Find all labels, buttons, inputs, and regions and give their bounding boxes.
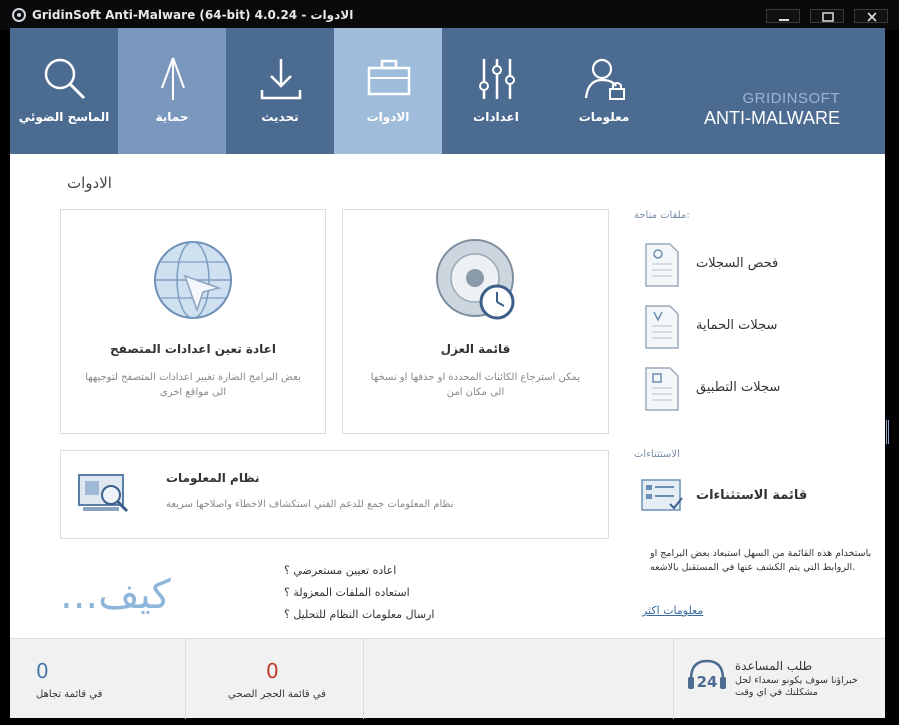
nav-info-label: معلومات bbox=[578, 110, 630, 124]
ignore-count: 0 bbox=[36, 659, 49, 683]
quarantine-count: 0 bbox=[266, 659, 279, 683]
quarantine-title: قائمة العزل bbox=[440, 342, 511, 356]
exceptions-list-label: قائمة الاستثناءات bbox=[696, 488, 808, 503]
protection-logs-label: سجلات الحماية bbox=[696, 318, 778, 333]
protection-logs-item[interactable]: سجلات الحماية bbox=[644, 304, 824, 352]
nav-update-label: تحديث bbox=[261, 110, 299, 124]
nav-info[interactable]: معلومات bbox=[550, 28, 658, 154]
exceptions-list-item[interactable]: قائمة الاستثناءات bbox=[641, 476, 844, 524]
howto-question-reset[interactable]: اعاده تعيين مستعرضي ؟ bbox=[284, 564, 396, 577]
minimize-button[interactable] bbox=[766, 9, 800, 23]
app-logo-icon bbox=[12, 8, 26, 22]
nav-scanner[interactable]: الماسح الضوئي bbox=[10, 28, 118, 154]
help-badge-text: 24 bbox=[697, 673, 718, 691]
close-button[interactable] bbox=[854, 9, 888, 23]
help-desc: خبراؤنا سوف يكونو سعداء لحل مشكلتك في اي… bbox=[735, 675, 858, 698]
exceptions-heading: الاستثناءات bbox=[634, 449, 680, 460]
application-logs-item[interactable]: سجلات التطبيق bbox=[644, 366, 824, 414]
document-icon bbox=[645, 243, 679, 287]
quarantine-stat-label: في قائمة الحجر الصحي bbox=[228, 689, 326, 700]
main-navigation: الماسح الضوئي حماية تحديث الادوات اعدادا… bbox=[10, 28, 885, 154]
nav-tools-label: الادوات bbox=[366, 110, 410, 124]
maximize-button[interactable] bbox=[810, 9, 844, 23]
user-lock-icon bbox=[584, 58, 625, 100]
howto-label: ...كيف bbox=[60, 572, 171, 618]
sliders-icon bbox=[479, 59, 515, 99]
nav-settings[interactable]: اعدادات bbox=[442, 28, 550, 154]
disc-clock-icon bbox=[436, 239, 515, 320]
tools-panel: الادوات اعادة تعين اعدادات المتصفح بعض ا… bbox=[10, 154, 885, 638]
application-logs-label: سجلات التطبيق bbox=[696, 380, 781, 395]
nav-scanner-label: الماسح الضوئي bbox=[18, 110, 110, 124]
brand-name: GRIDINSOFT bbox=[742, 90, 840, 107]
brand-product: ANTI-MALWARE bbox=[703, 108, 840, 128]
system-info-desc: نظام المعلومات جمع للدعم الفني استكشاف ا… bbox=[166, 499, 454, 510]
help-title: طلب المساعدة bbox=[735, 659, 813, 673]
close-icon bbox=[867, 12, 877, 22]
status-footer: 0 في قائمة تجاهل 0 في قائمة الحجر الصحي … bbox=[10, 638, 885, 719]
page-title: الادوات bbox=[67, 174, 112, 192]
howto-question-restore[interactable]: استعاده الملفات المعزولة ؟ bbox=[284, 586, 410, 599]
quarantine-card[interactable]: قائمة العزل يمكن استرجاع الكائنات المحدد… bbox=[342, 209, 609, 434]
list-check-icon bbox=[641, 479, 683, 511]
scrollbar-thumb[interactable] bbox=[886, 420, 890, 444]
footer-empty-cell bbox=[364, 639, 674, 719]
ignore-list-stat[interactable]: 0 في قائمة تجاهل bbox=[10, 639, 186, 719]
nav-settings-label: اعدادات bbox=[473, 110, 519, 124]
ignore-label: في قائمة تجاهل bbox=[36, 689, 103, 700]
quarantine-desc: يمكن استرجاع الكائنات المحددة او حذفها ا… bbox=[370, 372, 581, 398]
document-icon bbox=[645, 305, 679, 349]
document-icon bbox=[645, 367, 679, 411]
nav-protection-label: حماية bbox=[155, 110, 189, 124]
browser-reset-card[interactable]: اعادة تعين اعدادات المتصفح بعض البرامج ا… bbox=[60, 209, 326, 434]
scan-logs-item[interactable]: فحص السجلات bbox=[644, 242, 824, 290]
monitor-magnifier-icon bbox=[78, 474, 129, 513]
more-info-link[interactable]: معلومات اكثر bbox=[642, 604, 703, 617]
download-icon bbox=[260, 59, 302, 100]
support-24-icon: 24 bbox=[688, 659, 726, 691]
exceptions-note: باستخدام هذه القائمة من السهل استبعاد بع… bbox=[650, 548, 872, 573]
nav-update[interactable]: تحديث bbox=[226, 28, 334, 154]
browser-reset-title: اعادة تعين اعدادات المتصفح bbox=[110, 342, 276, 356]
available-files-heading: ملفات متاحة: bbox=[634, 210, 690, 221]
nav-protection[interactable]: حماية bbox=[118, 28, 226, 154]
scan-logs-label: فحص السجلات bbox=[696, 256, 779, 271]
maximize-icon bbox=[822, 12, 834, 22]
title-bar: GridinSoft Anti-Malware (64-bit) 4.0.24 … bbox=[0, 0, 899, 30]
magnifier-icon bbox=[44, 58, 86, 100]
browser-reset-desc: بعض البرامج الضارة تغيير اعدادات المتصفح… bbox=[85, 372, 301, 398]
howto-question-send[interactable]: ارسال معلومات النظام للتحليل ؟ bbox=[284, 608, 435, 621]
system-info-title: نظام المعلومات bbox=[166, 471, 260, 485]
system-info-card[interactable]: نظام المعلومات نظام المعلومات جمع للدعم … bbox=[60, 450, 609, 539]
active-tab-pointer bbox=[365, 126, 395, 138]
window-title: GridinSoft Anti-Malware (64-bit) 4.0.24 … bbox=[32, 8, 354, 22]
quarantine-stat[interactable]: 0 في قائمة الحجر الصحي bbox=[186, 639, 364, 719]
toolbox-icon bbox=[367, 59, 411, 96]
minimize-icon bbox=[779, 19, 789, 21]
globe-arrow-icon bbox=[154, 241, 232, 319]
shield-arrow-icon bbox=[161, 57, 185, 100]
